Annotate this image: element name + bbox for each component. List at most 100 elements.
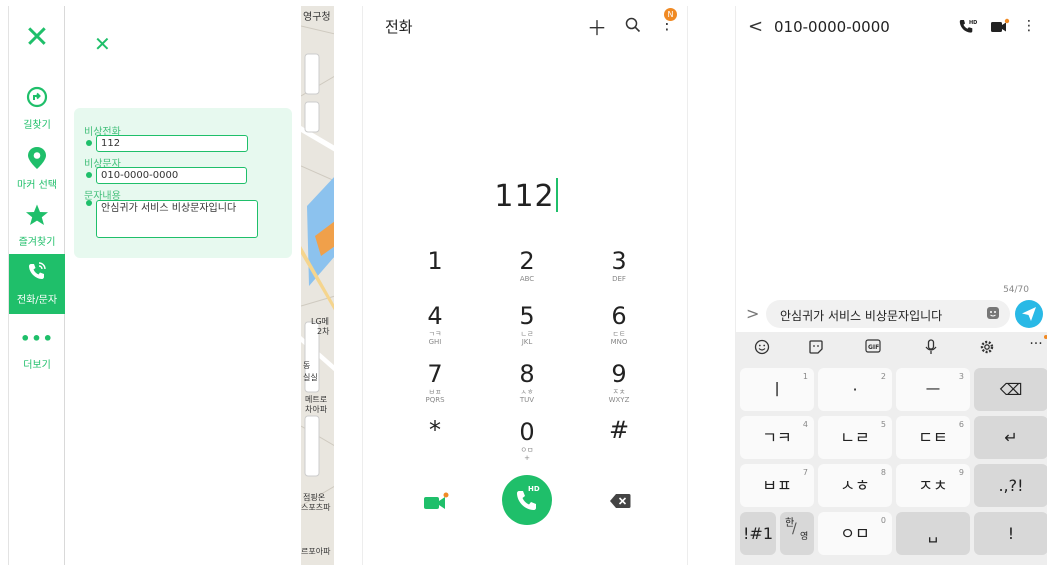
more-options-icon[interactable]: ⋮ xyxy=(1022,18,1036,34)
keypad-key-9[interactable]: 9 ㅈㅊ WXYZ xyxy=(589,360,649,404)
send-button[interactable] xyxy=(1015,300,1043,328)
keypad-key-hash[interactable]: # xyxy=(589,416,649,444)
key-digit: 2 xyxy=(519,247,535,275)
space-icon: ␣ xyxy=(927,524,939,543)
message-content-field[interactable]: 안심귀가 서비스 비상문자입니다 xyxy=(96,200,258,238)
key-letters: ㄱㅋ GHI xyxy=(428,330,442,346)
keypad-key-7[interactable]: 7 ㅂㅍ PQRS xyxy=(405,360,465,404)
key-letters: ㄷㅌ MNO xyxy=(610,330,628,346)
map-label: 영구청 xyxy=(303,11,331,23)
key-label: ㅡ xyxy=(925,380,941,399)
video-call-button[interactable] xyxy=(423,492,451,512)
keypad-key-8[interactable]: 8 ㅅㅎ TUV xyxy=(497,360,557,404)
key-number: 8 xyxy=(880,468,886,477)
dialed-number: 112 xyxy=(363,178,689,214)
key-label: ㄴㄹ xyxy=(840,428,870,447)
message-input[interactable]: 안심귀가 서비스 비상문자입니다 xyxy=(766,300,1010,328)
map-label: 메트로 xyxy=(305,395,327,404)
emergency-sms-number-field[interactable]: 010-0000-0000 xyxy=(96,167,247,184)
video-call-button[interactable] xyxy=(990,18,1010,38)
microphone-icon[interactable] xyxy=(921,339,941,359)
keypad-key-6[interactable]: 6 ㄷㅌ MNO xyxy=(589,302,649,346)
map-label: 스포츠파 xyxy=(301,503,331,512)
dialer-screen: 전화 ＋ ⋮ N 112 1 2 ABC 3 DEF 4 ㄱㅋ GHI 5 ㄴㄹ JKL… xyxy=(362,6,688,565)
key-letters: ㅇㅁ + xyxy=(520,446,534,462)
sidebar-item-label: 즐겨찾기 xyxy=(18,237,56,248)
recipient-number: 010-0000-0000 xyxy=(774,18,890,36)
sidebar-item-label: 전화/문자 xyxy=(16,295,58,306)
key-digit: 6 xyxy=(611,302,627,330)
key-label: ㅈㅊ xyxy=(918,476,948,495)
key-number: 9 xyxy=(958,468,964,477)
voice-call-button[interactable]: HD xyxy=(959,18,977,38)
keypad-key-0[interactable]: 0 ㅇㅁ + xyxy=(497,418,557,462)
panel-close-icon[interactable]: ✕ xyxy=(94,32,111,56)
sidebar-item-directions[interactable]: 길찾기 xyxy=(9,86,65,131)
hd-badge: HD xyxy=(528,485,540,493)
map-label: LG메 xyxy=(311,317,329,326)
send-icon xyxy=(1022,307,1036,321)
key-number: 7 xyxy=(802,468,808,477)
settings-gear-icon[interactable] xyxy=(977,339,997,359)
sidebar: ✕ 길찾기 마커 선택 즐겨찾기 전화/문자 ••• 더보기 xyxy=(9,6,65,565)
sidebar-item-label: 마커 선택 xyxy=(17,180,57,191)
lang-english-label: 영 xyxy=(800,532,809,542)
call-button[interactable]: HD xyxy=(502,475,552,525)
key-number: 3 xyxy=(958,372,964,381)
sidebar-item-marker[interactable]: 마커 선택 xyxy=(9,146,65,191)
more-options-icon[interactable]: ··· xyxy=(1026,335,1047,352)
key-letters: ABC xyxy=(519,275,535,283)
key-symbols[interactable]: !#1 xyxy=(740,512,776,555)
key-backspace[interactable]: ⌫ xyxy=(974,368,1047,411)
key-label: ㄱㅋ xyxy=(762,428,792,447)
keypad-key-3[interactable]: 3 DEF xyxy=(589,247,649,283)
sticker-icon[interactable] xyxy=(806,339,826,359)
key-bieup-pieup[interactable]: ㅂㅍ 7 xyxy=(740,464,814,507)
key-exclamation[interactable]: ! xyxy=(974,512,1047,555)
key-punctuation[interactable]: .,?! xyxy=(974,464,1047,507)
map-label: 동 xyxy=(303,361,310,370)
key-number: 0 xyxy=(880,516,886,525)
key-jieut-chieut[interactable]: ㅈㅊ 9 xyxy=(896,464,970,507)
keypad-key-2[interactable]: 2 ABC xyxy=(497,247,557,283)
keyboard: GIF ··· ㅣ 1 · 2 ㅡ 3 ⌫ ㄱㅋ 4 ㄴㄹ 5 ㄷㅌ 6 ↵ ㅂㅍ 7 ㅅㅎ 8… xyxy=(736,332,1047,565)
key-label: ㅅㅎ xyxy=(840,476,870,495)
marker-icon xyxy=(9,146,65,172)
keypad-key-5[interactable]: 5 ㄴㄹ JKL xyxy=(497,302,557,346)
map-label: 점핑온 xyxy=(303,492,325,502)
phone-icon: HD xyxy=(959,20,977,33)
map-label: 2차 xyxy=(317,327,330,336)
key-digit: 7 xyxy=(427,360,443,388)
plus-icon[interactable]: ＋ xyxy=(587,12,607,41)
emoji-icon[interactable] xyxy=(752,339,772,359)
key-label: ㅣ xyxy=(769,380,785,399)
sidebar-item-more[interactable]: ••• 더보기 xyxy=(9,326,65,371)
map-view[interactable]: 영구청 LG메 2차 동 실실 메트로 차아파 점핑온 스포츠파 르포아파 xyxy=(301,6,334,565)
sidebar-item-favorites[interactable]: 즐겨찾기 xyxy=(9,203,65,248)
key-ieung-mieum[interactable]: ㅇㅁ 0 xyxy=(818,512,892,555)
close-icon[interactable]: ✕ xyxy=(23,23,51,53)
map-label: 실실 xyxy=(303,372,318,382)
backspace-icon xyxy=(610,494,631,508)
key-enter[interactable]: ↵ xyxy=(974,416,1047,459)
key-letters: ㅂㅍ PQRS xyxy=(425,388,445,404)
key-digit: 5 xyxy=(519,302,535,330)
more-icon: ••• xyxy=(20,329,54,348)
emergency-call-field[interactable]: 112 xyxy=(96,135,248,152)
key-label: ㅇㅁ xyxy=(840,524,870,543)
keypad-key-1[interactable]: 1 xyxy=(405,247,465,275)
key-space[interactable]: ␣ xyxy=(896,512,970,555)
keypad-key-star[interactable]: * xyxy=(405,416,465,444)
key-number: 5 xyxy=(880,420,886,429)
sticker-icon[interactable] xyxy=(986,306,1000,323)
backspace-button[interactable] xyxy=(609,493,631,509)
star-icon xyxy=(9,203,65,229)
expand-chevron-icon[interactable]: > xyxy=(746,304,759,323)
key-letters: ㅅㅎ TUV xyxy=(519,388,535,404)
key-language-toggle[interactable]: 한 / 영 xyxy=(780,512,814,555)
search-icon[interactable] xyxy=(625,14,641,38)
sidebar-item-phone-sms[interactable]: 전화/문자 xyxy=(9,254,65,314)
keypad-key-4[interactable]: 4 ㄱㅋ GHI xyxy=(405,302,465,346)
char-counter: 54/70 xyxy=(1003,285,1029,295)
back-icon[interactable]: < xyxy=(748,16,763,37)
